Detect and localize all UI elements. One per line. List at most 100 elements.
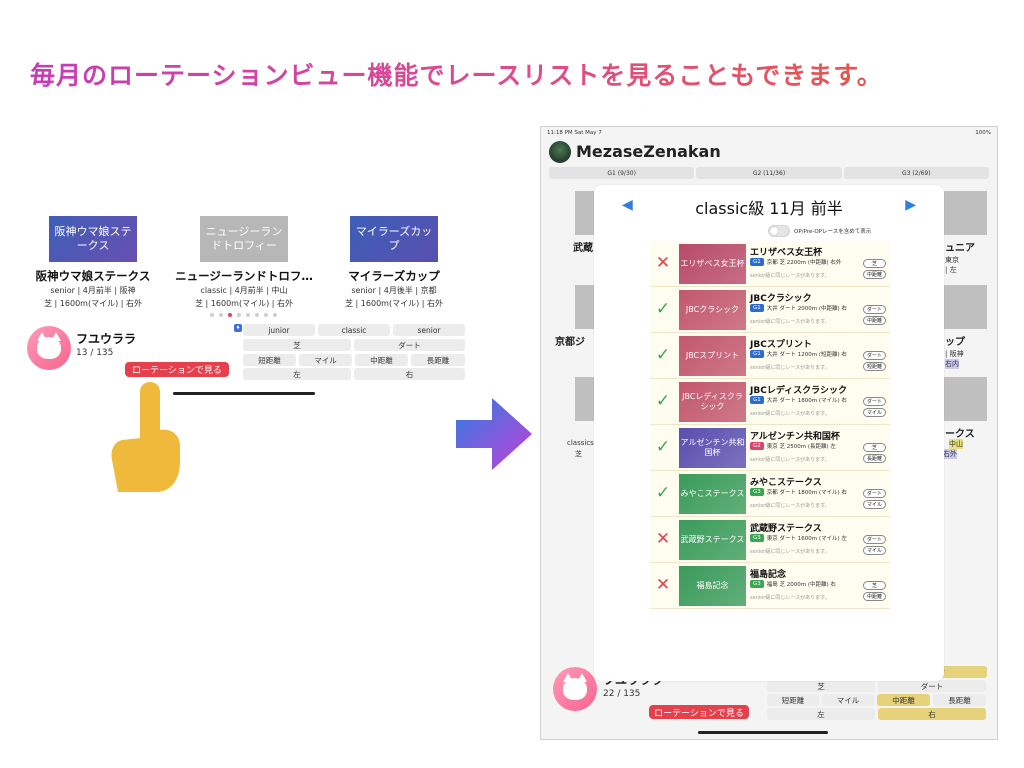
direction-filter[interactable]: 左 右: [243, 368, 465, 380]
race-list: ✕ エリザベス女王杯 エリザベス女王杯 G1 京都 芝 2200m (中距離) 右外 se…: [650, 241, 890, 609]
surface-filter[interactable]: 芝 ダート: [767, 680, 986, 692]
race-card-name: 阪神ウマ娘ステークス: [35, 269, 151, 283]
race-detail: 福島 芝 2000m (中距離) 右: [766, 582, 836, 588]
grade-badge: G2: [750, 442, 764, 450]
race-info: G2 東京 芝 2500m (長距離) 左: [750, 442, 836, 450]
op-toggle[interactable]: [768, 225, 790, 237]
cat-icon: [563, 673, 587, 700]
filter-right[interactable]: 右: [354, 368, 465, 380]
race-row[interactable]: ✓ JBCスプリント JBCスプリント G1 大井 ダート 1200m (短距離) 右s…: [650, 333, 890, 379]
race-name: アルゼンチン共和国杯: [750, 432, 840, 442]
filter-middle[interactable]: 中距離: [355, 354, 408, 366]
status-time: 11:18 PM Sat May 7: [547, 130, 602, 136]
filter-dirt[interactable]: ダート: [878, 680, 986, 692]
race-row[interactable]: ✕ 武蔵野ステークス 武蔵野ステークス G3 東京 ダート 1600m (マイル) 左s…: [650, 517, 890, 563]
avatar[interactable]: [27, 326, 71, 370]
race-card[interactable]: 阪神ウマ娘ステークス 阪神ウマ娘ステークス senior | 4月前半 | 阪神…: [18, 216, 168, 310]
race-card-name: ークス: [945, 429, 975, 440]
avatar[interactable]: [553, 667, 597, 711]
race-row[interactable]: ✓ JBCレディスクラシック JBCレディスクラシック G1 大井 ダート 1800m …: [650, 379, 890, 425]
filter-sprint[interactable]: 短距離: [767, 694, 819, 706]
distance-filter[interactable]: 短距離 マイル 中距離 長距離: [767, 694, 986, 706]
race-card-thumb: マイラーズカップ: [350, 216, 438, 262]
filter-right[interactable]: 右: [878, 708, 986, 720]
race-thumb: みやこステークス: [679, 474, 746, 514]
check-icon[interactable]: ✓: [654, 392, 672, 410]
race-info: G1 大井 ダート 2000m (中距離) 右: [750, 304, 847, 312]
race-card[interactable]: マイラーズカップ マイラーズカップ senior | 4月後半 | 京都 芝 |…: [319, 216, 469, 310]
filter-classic[interactable]: classic: [318, 324, 390, 336]
race-card-info: 芝: [575, 450, 582, 458]
page-indicator[interactable]: [210, 313, 277, 317]
check-icon[interactable]: ✓: [654, 484, 672, 502]
rotation-view-button[interactable]: ローテーションで見る: [649, 705, 749, 719]
app-logo-icon: [549, 141, 571, 163]
race-row[interactable]: ✓ JBCクラシック JBCクラシック G1 大井 ダート 2000m (中距離) 右s…: [650, 287, 890, 333]
filter-turf[interactable]: 芝: [243, 339, 351, 351]
cross-icon[interactable]: ✕: [654, 576, 672, 594]
check-icon[interactable]: ✓: [654, 438, 672, 456]
page-dot: [237, 313, 241, 317]
filter-dirt[interactable]: ダート: [354, 339, 465, 351]
race-name: みやこステークス: [750, 478, 822, 488]
op-toggle-row[interactable]: OP/Pre-OPレースを含めて表示: [768, 225, 871, 237]
filter-junior[interactable]: junior: [243, 324, 315, 336]
filter-mile[interactable]: マイル: [822, 694, 874, 706]
tab-g1[interactable]: G1 (9/30): [549, 167, 695, 179]
race-info: G1 大井 ダート 1800m (マイル) 右: [750, 396, 847, 404]
class-filter[interactable]: junior classic senior: [243, 324, 465, 336]
tab-g2[interactable]: G2 (11/36): [696, 167, 842, 179]
race-card-thumb: ニュージーランドトロフィー: [200, 216, 288, 262]
race-note: senior級に同じレースがあります。: [750, 411, 830, 417]
race-row[interactable]: ✓ みやこステークス みやこステークス G3 京都 ダート 1800m (マイル) 右s…: [650, 471, 890, 517]
op-toggle-label: OP/Pre-OPレースを含めて表示: [794, 229, 872, 235]
surface-tag: 芝: [862, 259, 886, 268]
page-dot-active: [228, 313, 232, 317]
surface-tag: 芝: [862, 581, 886, 590]
check-icon[interactable]: ✓: [654, 300, 672, 318]
race-card-info: 芝 | 1600m(マイル) | 右外: [44, 298, 142, 308]
direction-filter[interactable]: 左 右: [767, 708, 986, 720]
tab-g3[interactable]: G3 (2/69): [843, 167, 989, 179]
check-icon[interactable]: ✓: [654, 346, 672, 364]
filter-badge-icon[interactable]: ♦: [234, 324, 242, 332]
race-note: senior級に同じレースがあります。: [750, 503, 830, 509]
race-card-thumb: 阪神ウマ娘ステークス: [49, 216, 137, 262]
filter-left[interactable]: 左: [767, 708, 875, 720]
grade-tabs[interactable]: G1 (9/30) G2 (11/36) G3 (2/69): [549, 167, 989, 179]
filter-left[interactable]: 左: [243, 368, 351, 380]
race-thumb: エリザベス女王杯: [679, 244, 746, 284]
filter-middle[interactable]: 中距離: [877, 694, 930, 706]
race-row[interactable]: ✓ アルゼンチン共和国杯 アルゼンチン共和国杯 G2 東京 芝 2500m (長距離) …: [650, 425, 890, 471]
race-row[interactable]: ✕ エリザベス女王杯 エリザベス女王杯 G1 京都 芝 2200m (中距離) 右外 se…: [650, 241, 890, 287]
filter-senior[interactable]: senior: [393, 324, 465, 336]
race-detail: 大井 ダート 2000m (中距離) 右: [766, 306, 847, 312]
race-card-thumb: [941, 285, 987, 329]
grade-badge: G1: [750, 304, 764, 312]
surface-filter[interactable]: 芝 ダート: [243, 339, 465, 351]
surface-tag: ダート: [862, 351, 886, 360]
filter-mile[interactable]: マイル: [299, 354, 352, 366]
race-card[interactable]: ニュージーランドトロフィー ニュージーランドトロフ… classic | 4月前…: [169, 216, 319, 310]
race-tags: ダート 中距離: [862, 305, 886, 325]
cross-icon[interactable]: ✕: [654, 254, 672, 272]
grade-badge: G3: [750, 488, 764, 496]
distance-filter[interactable]: 短距離 マイル 中距離 長距離: [243, 354, 465, 366]
race-detail: 大井 ダート 1200m (短距離) 右: [766, 352, 847, 358]
filter-long[interactable]: 長距離: [933, 694, 986, 706]
cross-icon[interactable]: ✕: [654, 530, 672, 548]
race-name: 武蔵野ステークス: [750, 524, 822, 534]
filter-sprint[interactable]: 短距離: [243, 354, 296, 366]
page-dot: [264, 313, 268, 317]
race-detail: 東京 ダート 1600m (マイル) 左: [766, 536, 847, 542]
race-card-info: | 左: [945, 266, 957, 274]
modal-title: classic級 11月 前半: [695, 199, 843, 218]
race-thumb: アルゼンチン共和国杯: [679, 428, 746, 468]
user-count: 13 / 135: [76, 348, 114, 358]
filter-turf[interactable]: 芝: [767, 680, 875, 692]
next-month-button[interactable]: ▶: [905, 197, 916, 213]
filter-long[interactable]: 長距離: [411, 354, 465, 366]
rotation-view-button[interactable]: ローテーションで見る: [125, 362, 229, 377]
race-thumb: JBCスプリント: [679, 336, 746, 376]
race-row[interactable]: ✕ 福島記念 福島記念 G3 福島 芝 2000m (中距離) 右 senior級に同じレ…: [650, 563, 890, 609]
